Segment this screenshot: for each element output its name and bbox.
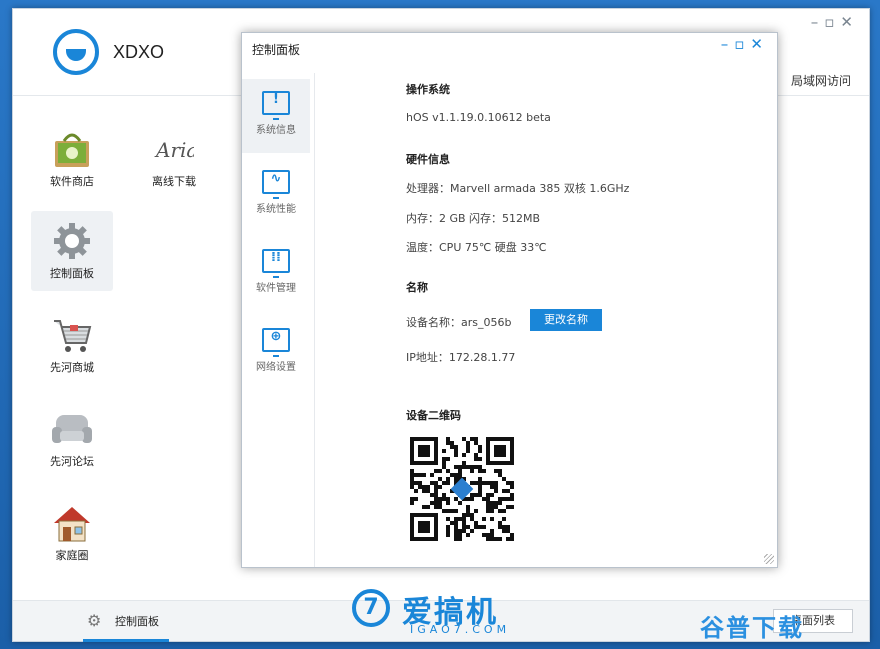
app-title: XDXO [113, 42, 165, 62]
sofa-icon [52, 409, 92, 449]
app-software-store[interactable]: 软件商店 [31, 119, 113, 199]
app-xianhe-forum[interactable]: 先河论坛 [31, 399, 113, 479]
xdxo-logo-icon [53, 29, 99, 75]
app-offline-download[interactable]: Aria 离线下载 [133, 119, 215, 199]
pulse-monitor-icon: ∿ [262, 170, 290, 199]
app-grid: 软件商店 Aria 离线下载 [13, 109, 223, 609]
exclamation-monitor-icon: ! [262, 91, 290, 120]
sidebar-item-system-info[interactable]: ! 系统信息 [242, 79, 310, 153]
dialog-title: 控制面板 [252, 43, 301, 57]
device-name: 设备名称：ars_056b [406, 316, 512, 329]
temperature-info: 温度：CPU 75℃ 硬盘 33℃ [406, 241, 547, 254]
gear-icon [52, 221, 92, 261]
rename-button[interactable]: 更改名称 [530, 309, 602, 331]
watermark-logo: 7 爱搞机 IGAO7.COM [346, 585, 536, 641]
window-controls[interactable]: –▫✕ [811, 13, 859, 31]
os-version: hOS v1.1.19.0.10612 beta [406, 111, 551, 124]
ip-address: IP地址：172.28.1.77 [406, 351, 516, 364]
sidebar-item-software[interactable]: ⁞⁞ 软件管理 [242, 237, 310, 311]
svg-text:Aria: Aria [154, 138, 194, 162]
os-section-title: 操作系统 [406, 83, 450, 96]
memory-info: 内存：2 GB 闪存：512MB [406, 212, 541, 225]
resize-grip[interactable] [764, 554, 774, 564]
dialog-sidebar: ! 系统信息 ∿ 系统性能 ⁞⁞ 软件管理 ⊕ 网络设置 [242, 73, 315, 567]
hardware-section-title: 硬件信息 [406, 153, 450, 166]
name-section-title: 名称 [406, 281, 428, 294]
house-icon [52, 503, 92, 543]
app-xianhe-mall[interactable]: 先河商城 [31, 305, 113, 385]
cpu-info: 处理器：Marvell armada 385 双核 1.6GHz [406, 182, 630, 195]
lan-access-link[interactable]: 局域网访问 [791, 72, 851, 89]
watermark-corner: 谷普下载 [700, 614, 804, 642]
dialog-window-controls[interactable]: –▫✕ [721, 35, 769, 53]
qr-section-title: 设备二维码 [406, 409, 461, 422]
globe-monitor-icon: ⊕ [262, 328, 290, 357]
shopping-cart-icon [52, 315, 92, 355]
device-qr-code [410, 437, 514, 541]
app-family-circle[interactable]: 家庭圈 [31, 493, 113, 573]
taskbar-item-control-panel[interactable]: ⚙ 控制面板 [83, 601, 169, 642]
control-panel-dialog: 控制面板 –▫✕ ! 系统信息 ∿ 系统性能 ⁞⁞ 软件管理 ⊕ 网络设置 操作… [241, 32, 778, 568]
sidebar-item-performance[interactable]: ∿ 系统性能 [242, 158, 310, 232]
store-bag-icon [52, 129, 92, 169]
watermark-circle-icon: 7 [352, 589, 390, 627]
sidebar-item-network[interactable]: ⊕ 网络设置 [242, 316, 310, 390]
app-control-panel[interactable]: 控制面板 [31, 211, 113, 291]
aria-logo-icon: Aria [154, 129, 198, 169]
grid-monitor-icon: ⁞⁞ [262, 249, 290, 278]
gear-icon: ⚙ [87, 611, 102, 630]
